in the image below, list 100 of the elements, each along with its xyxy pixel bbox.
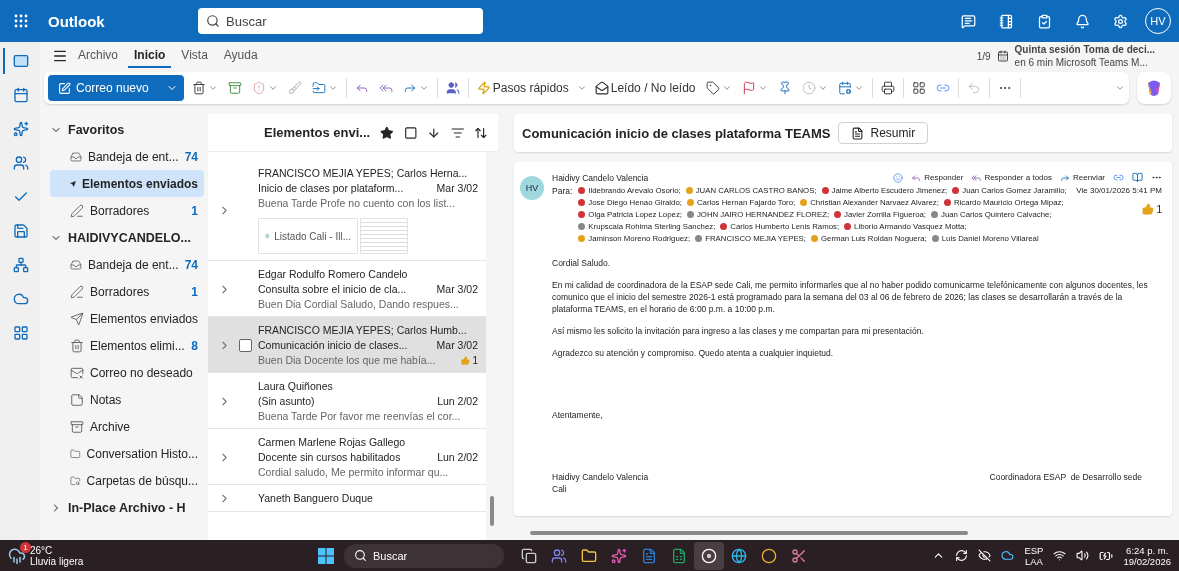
body-paragraph: En mi calidad de coordinadora de la ESAP sede Cali, me permito informarles que al no haber podido comunicarme telefónicamente con algunos docentes, les comunico que el inicio del semestre 2026-1 está programado para la semana del 03 al 06 de febrero de 2026; las clases se desarrollarán a través de la plataforma TEAMS, en el horario de 6:00 p.m. a 10:00 p.m.	[552, 279, 1149, 315]
eye-off-icon[interactable]	[978, 549, 992, 562]
ribbon-tab[interactable]: Ayuda	[217, 44, 264, 68]
message-sender: Edgar Rodulfo Romero Candelo	[258, 268, 409, 280]
pin-icon[interactable]	[777, 81, 792, 95]
sort-icon[interactable]	[474, 125, 488, 140]
folder-item[interactable]: Conversation Histo...	[50, 440, 204, 467]
notification-badge: 1	[20, 541, 31, 553]
flag-icon[interactable]	[741, 81, 756, 95]
wifi-icon[interactable]	[1053, 549, 1067, 562]
sparkle-icon	[611, 547, 627, 564]
message-preview: Buena Tarde Profe no cuento con los list...	[258, 197, 456, 209]
document-icon	[641, 547, 657, 564]
tag-icon[interactable]	[705, 81, 720, 95]
folder-item[interactable]: Bandeja de ent... 74	[50, 143, 204, 170]
taskbar-app[interactable]	[694, 541, 724, 570]
read-unread-button[interactable]: Leído / No leído	[592, 81, 698, 95]
message-date: Mar 3/02	[436, 182, 478, 194]
reader-icon[interactable]	[1132, 172, 1143, 183]
ribbon-tab[interactable]: Vista	[175, 44, 214, 68]
message-sender: FRANCISCO MEJIA YEPES; Carlos Herna...	[258, 167, 469, 179]
archive-icon[interactable]	[227, 81, 242, 95]
copilot-button[interactable]	[1137, 72, 1171, 104]
folder-item[interactable]: Elementos enviados	[50, 170, 204, 197]
folder-item[interactable]: Carpetas de búsqu...	[50, 467, 204, 494]
reply-button[interactable]: Responder	[911, 172, 964, 183]
sync-icon[interactable]	[955, 549, 969, 562]
message-sender: Carmen Marlene Rojas Gallego	[258, 436, 407, 448]
folder-item[interactable]: Borradores 1	[50, 278, 204, 305]
cloud-icon	[13, 291, 29, 307]
ribbon-tab[interactable]: Inicio	[128, 44, 172, 68]
folder-item[interactable]: Archive	[50, 413, 204, 440]
archive-icon	[70, 419, 84, 434]
quick-steps-button[interactable]: Pasos rápidos	[474, 81, 571, 95]
checkbox[interactable]	[239, 338, 252, 352]
folder-item[interactable]: Elementos elimi... 8	[50, 332, 204, 359]
star-icon[interactable]	[380, 125, 394, 140]
calendar-icon	[996, 50, 1009, 62]
apps-icon	[13, 325, 29, 341]
folder-section-header[interactable]: In-Place Archivo - H	[50, 494, 204, 521]
envelope-icon	[594, 81, 609, 95]
list-title: Elementos envi...	[264, 125, 371, 140]
ribbon-tab[interactable]: Archivo	[72, 44, 124, 68]
folder-item[interactable]: Elementos enviados	[50, 305, 204, 332]
message-subject: Inicio de clases por plataform...	[258, 182, 404, 194]
mail-icon	[13, 53, 29, 69]
taskbar-search[interactable]: Buscar	[344, 543, 504, 568]
folder-section-header[interactable]: Favoritos	[50, 116, 204, 143]
signature-name: Haidivy Candelo Valencia	[552, 471, 649, 483]
people-icon	[13, 155, 29, 171]
apps-icon[interactable]	[911, 81, 926, 95]
chat-icon[interactable]	[960, 13, 976, 29]
folder-section-header[interactable]: HAIDIVYCANDELO...	[50, 224, 204, 251]
notebook-icon[interactable]	[998, 13, 1014, 29]
folder-item[interactable]: Correo no deseado	[50, 359, 204, 386]
reaction-count: 1	[461, 354, 478, 366]
link-icon[interactable]	[1113, 172, 1124, 183]
arrow-icon[interactable]	[427, 125, 441, 140]
people-icon[interactable]	[445, 81, 460, 95]
move-folder-icon[interactable]	[311, 81, 326, 95]
message-date: Lun 2/02	[437, 395, 478, 407]
select-icon[interactable]	[403, 125, 418, 140]
reminder-detail: en 6 min Microsoft Teams M...	[1014, 56, 1149, 69]
folder-item[interactable]: Borradores 1	[50, 197, 204, 224]
trash-icon[interactable]	[191, 81, 206, 95]
message-sender: Laura Quiñones	[258, 380, 334, 392]
menu-icon[interactable]	[52, 48, 68, 64]
temperature: 26°C	[30, 544, 54, 556]
message-row[interactable]: FRANCISCO MEJIA YEPES; Carlos Humb... Comunicación inicio de clases... Mar 3/02 Buen Dia Docente los que me había... 1	[208, 317, 486, 373]
attachment[interactable]: Listado Cali - Ill...	[258, 218, 358, 254]
summary-icon	[851, 126, 865, 140]
app-launcher-icon[interactable]	[14, 14, 28, 28]
settings-icon[interactable]	[1112, 13, 1128, 29]
new-mail-button[interactable]: Correo nuevo	[48, 75, 184, 101]
reply-icon[interactable]	[354, 81, 369, 95]
notifications-icon[interactable]	[1074, 13, 1090, 29]
send-icon	[70, 311, 84, 326]
search-field[interactable]: Buscar	[198, 8, 483, 34]
link-icon[interactable]	[935, 81, 950, 95]
calendar-gear-icon[interactable]	[837, 81, 852, 95]
print-icon[interactable]	[880, 81, 895, 95]
forward-icon[interactable]	[402, 81, 417, 95]
circle-icon	[761, 547, 777, 564]
forward-button[interactable]: Reenviar	[1060, 172, 1105, 183]
clock[interactable]: 6:24 p. m. 19/02/2026	[1123, 544, 1171, 567]
clipboard-icon[interactable]	[1036, 13, 1052, 29]
filter-icon[interactable]	[450, 125, 465, 140]
folder-item[interactable]: Bandeja de ent... 74	[50, 251, 204, 278]
volume-icon[interactable]	[1076, 549, 1090, 562]
windows-logo-icon[interactable]	[318, 547, 334, 564]
folder-item[interactable]: Notas	[50, 386, 204, 413]
message-sender: FRANCISCO MEJIA YEPES; Carlos Humb...	[258, 324, 468, 336]
weather-icon[interactable]	[8, 546, 26, 565]
language-indicator[interactable]: ESP LAA	[1024, 544, 1044, 567]
scrollbar[interactable]	[486, 152, 498, 540]
summarize-button[interactable]: Resumir	[838, 122, 929, 144]
trash-icon	[70, 338, 84, 353]
reply-all-button[interactable]: Responder a todos	[971, 172, 1052, 183]
reminder-title[interactable]: Quinta sesión Toma de deci...	[1014, 43, 1155, 56]
cloud-icon[interactable]	[1001, 549, 1015, 562]
